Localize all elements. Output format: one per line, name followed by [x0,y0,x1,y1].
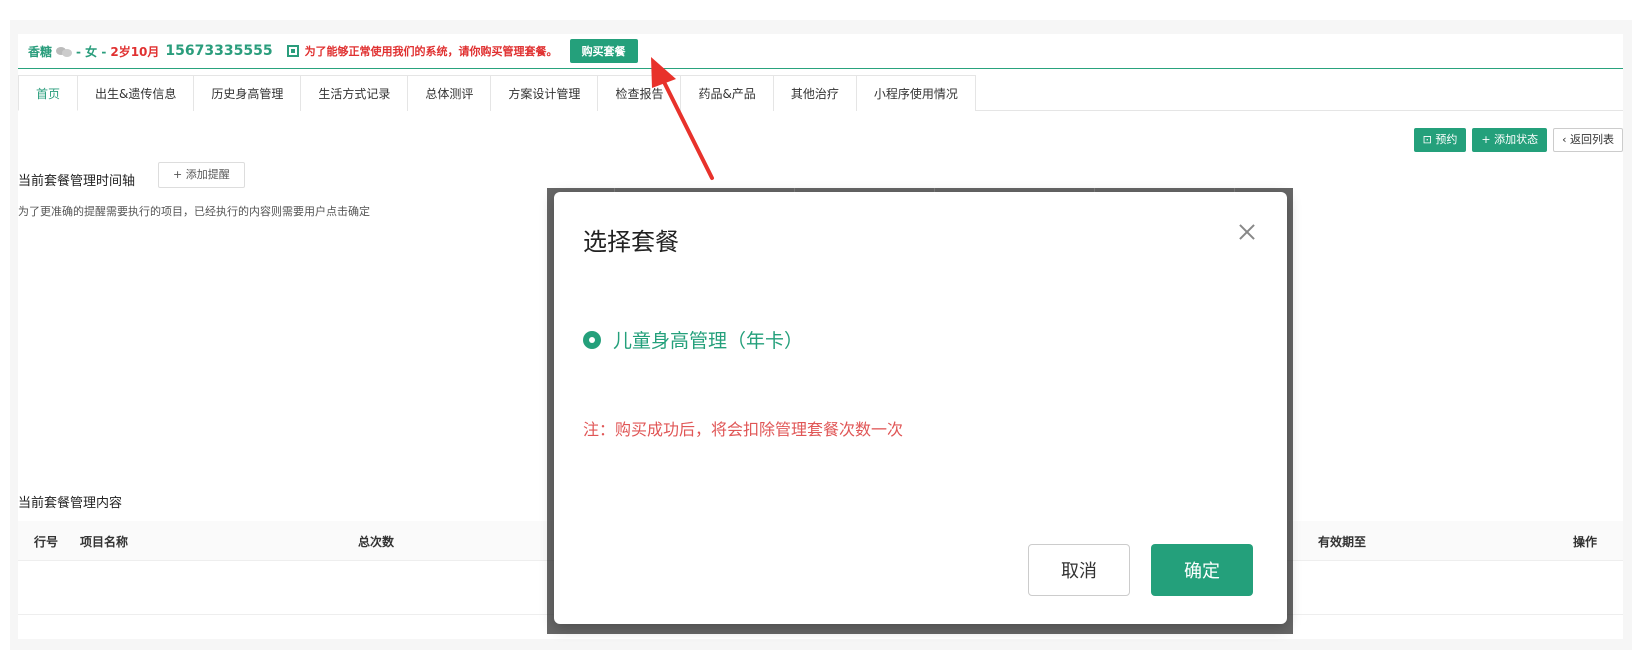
radio-selected-icon[interactable] [583,330,601,349]
chevron-left-icon: ‹ [1562,133,1570,146]
column-valid-until: 有效期至 [1318,535,1367,549]
select-package-dialog: 选择套餐 儿童身高管理（年卡） 注：购买成功后，将会扣除管理套餐次数一次 取消 … [554,192,1287,624]
column-row-number: 行号 [34,535,59,549]
timeline-note: 为了更准确的提醒需要执行的项目，已经执行的内容则需要用户点击确定 [18,205,370,218]
header-actions: ⊡ 预约 + 添加状态 ‹ 返回列表 [1413,128,1623,152]
tab-lifestyle[interactable]: 生活方式记录 [301,75,409,111]
column-item-name: 项目名称 [80,535,129,549]
patient-gender: - 女 - [76,44,107,59]
confirm-button[interactable]: 确定 [1151,544,1253,596]
calendar-icon: ⊡ [1422,133,1436,146]
tab-plan-design[interactable]: 方案设计管理 [491,75,599,111]
tab-reports[interactable]: 检查报告 [598,75,682,111]
purchase-warning: 为了能够正常使用我们的系统，请你购买管理套餐。 [304,45,558,58]
tab-drugs-products[interactable]: 药品&产品 [681,75,774,111]
tab-miniprogram-usage[interactable]: 小程序使用情况 [856,75,976,111]
qrcode-icon[interactable] [286,45,299,57]
patient-phone: 15673335555 [165,43,273,59]
cancel-button[interactable]: 取消 [1028,544,1130,596]
chat-icon[interactable] [56,45,73,57]
package-content-title: 当前套餐管理内容 [18,496,123,511]
add-status-button[interactable]: + 添加状态 [1472,128,1548,152]
dialog-note: 注：购买成功后，将会扣除管理套餐次数一次 [583,420,904,439]
dialog-title: 选择套餐 [583,228,679,256]
tab-bar: 首页 出生&遗传信息 历史身高管理 生活方式记录 总体测评 方案设计管理 检查报… [18,75,1623,111]
tab-other-treatment[interactable]: 其他治疗 [773,75,857,111]
patient-name: 香糖 [28,44,53,59]
tab-home[interactable]: 首页 [18,75,79,111]
package-option[interactable]: 儿童身高管理（年卡） [583,326,803,353]
column-total-count: 总次数 [358,535,395,549]
tab-height-history[interactable]: 历史身高管理 [194,75,302,111]
timeline-title: 当前套餐管理时间轴 [18,174,136,189]
close-icon[interactable] [1237,222,1257,242]
buy-package-button[interactable]: 购买套餐 [569,39,638,63]
add-reminder-button[interactable]: + 添加提醒 [158,162,245,188]
patient-age: 2岁10月 [110,44,160,59]
back-to-list-label: 返回列表 [1570,133,1614,146]
appointment-label: 预约 [1435,133,1458,146]
patient-header: 香糖 - 女 - 2岁10月 15673335555 为了能够正常使用我们的系统… [28,39,638,63]
appointment-button[interactable]: ⊡ 预约 [1413,128,1467,152]
column-operation: 操作 [1573,535,1598,549]
tab-assessment[interactable]: 总体测评 [408,75,492,111]
package-option-label: 儿童身高管理（年卡） [613,330,804,352]
back-to-list-button[interactable]: ‹ 返回列表 [1553,128,1623,152]
header-divider [18,68,1623,69]
tab-birth-genetics[interactable]: 出生&遗传信息 [78,75,195,111]
